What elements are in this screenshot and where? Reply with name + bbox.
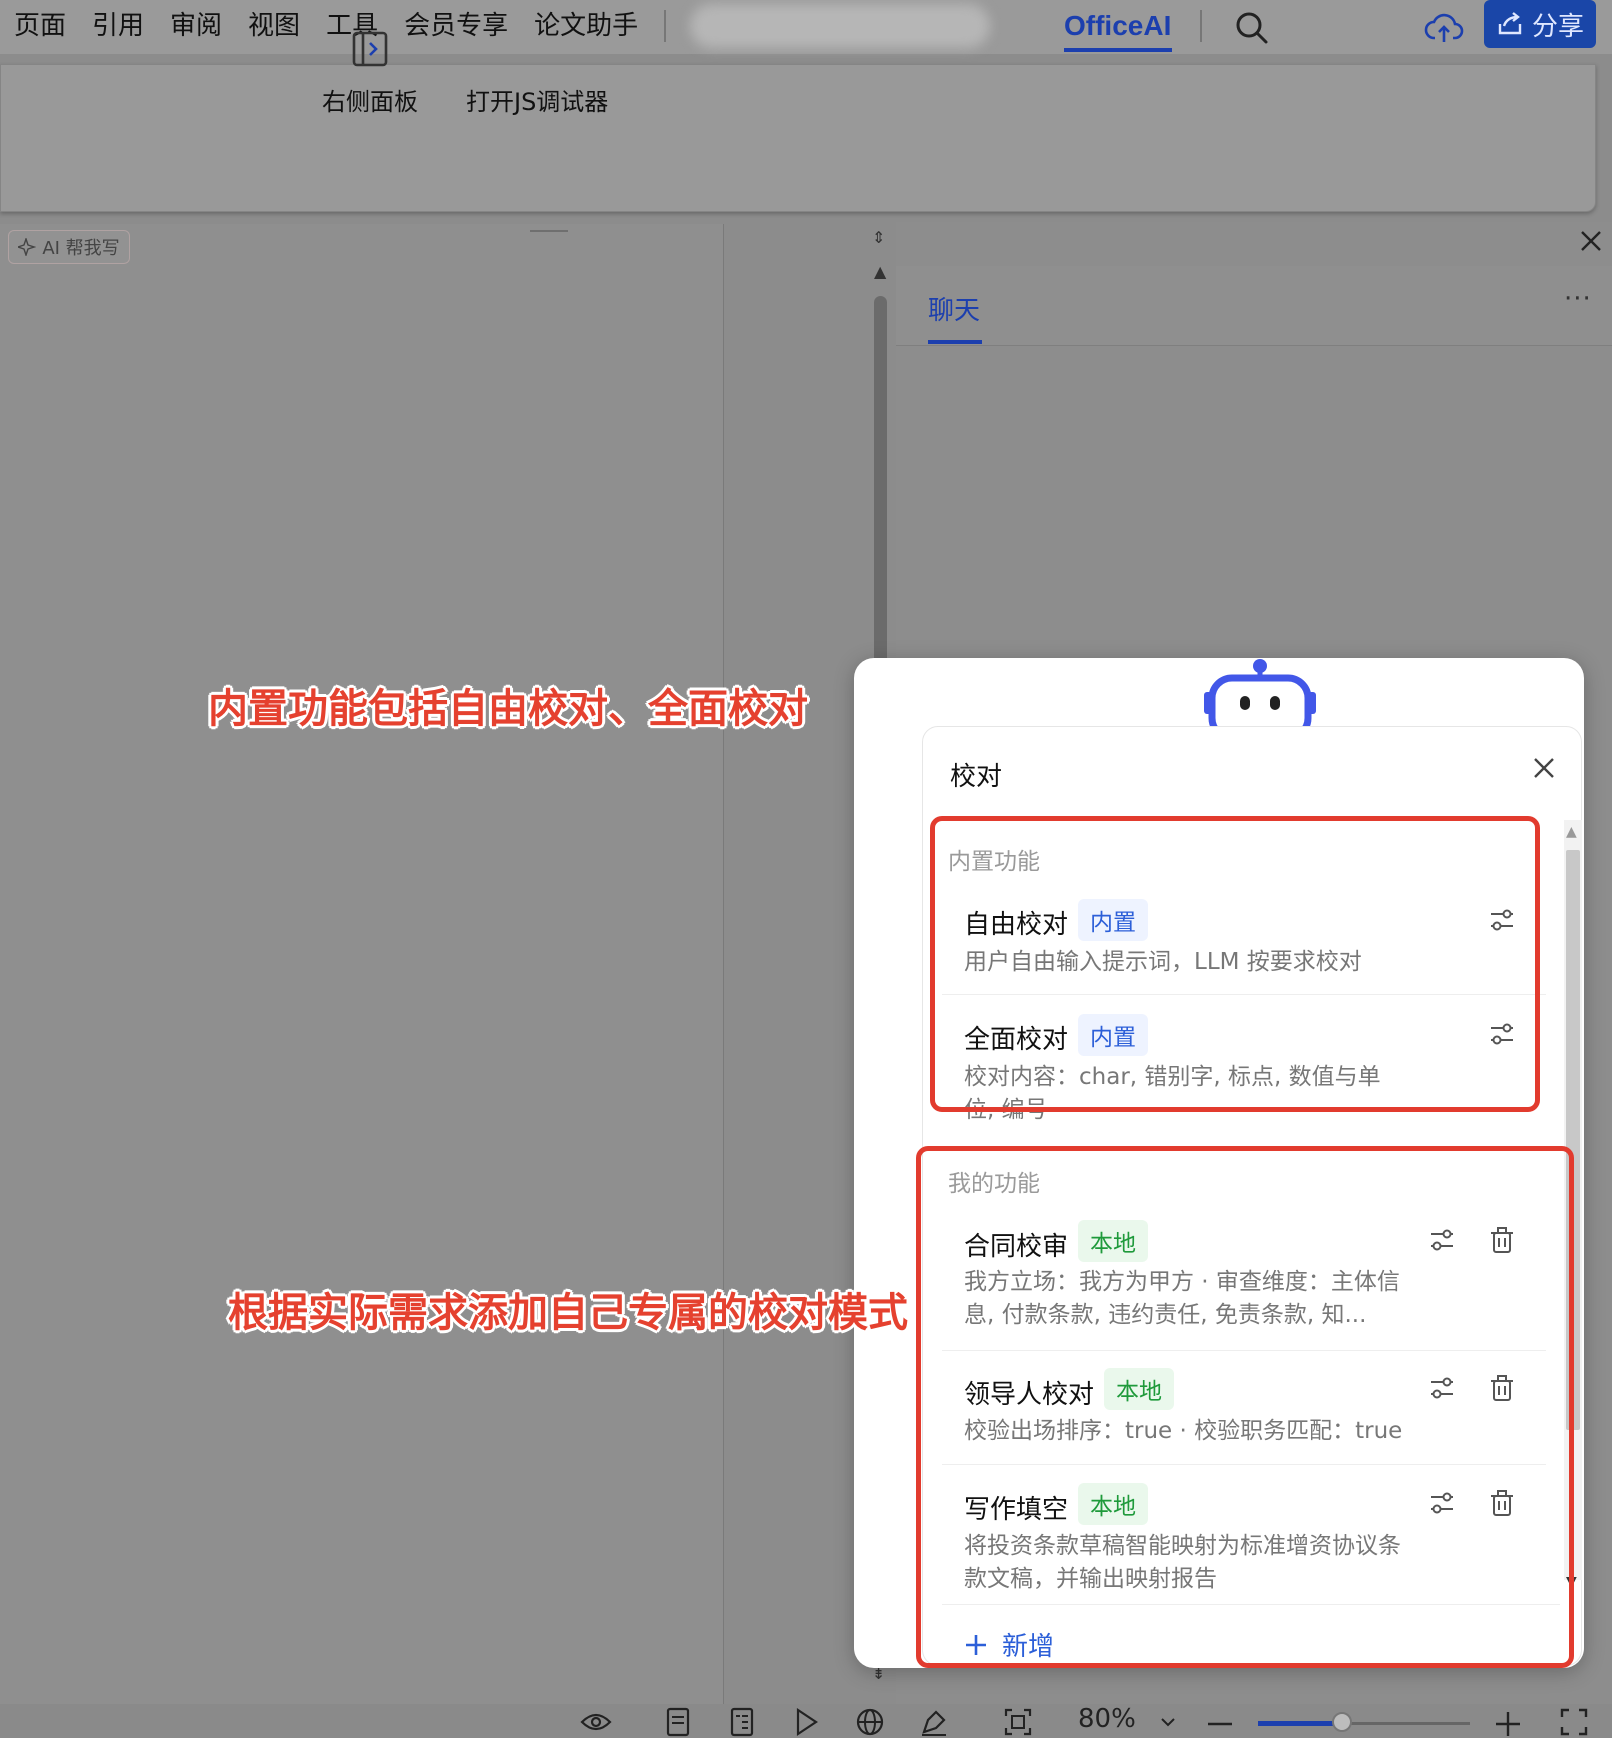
right-panel-label: 右侧面板 [322,88,418,116]
close-icon[interactable] [1528,752,1560,784]
zoom-in-icon[interactable] [1492,1706,1524,1738]
menu-divider [664,10,666,42]
menu-tab-review[interactable]: 审阅 [170,6,222,46]
menu-tab-references[interactable]: 引用 [92,6,144,46]
outline-icon[interactable] [726,1706,758,1738]
search-icon[interactable] [1232,8,1272,48]
share-button[interactable]: 分享 [1484,0,1596,48]
play-icon[interactable] [790,1706,822,1738]
ribbon [0,64,1596,212]
active-tab-indicator [1064,48,1172,52]
chat-tab-row [896,266,1612,346]
pen-icon[interactable] [918,1706,950,1738]
more-options-button[interactable]: ··· [1564,284,1592,314]
chat-tab-indicator [928,340,982,344]
menu-tab-page[interactable]: 页面 [14,6,66,46]
zoom-slider-fill [1258,1721,1342,1726]
page-margin-mark [530,230,568,232]
js-debugger-button[interactable]: 打开JS调试器 [466,30,608,117]
dialog-title: 校对 [950,762,1003,792]
builtin-highlight-box [930,816,1540,1112]
sparkle-icon [18,238,37,256]
dialog-scroll-up-icon[interactable]: ▲ [1566,824,1577,840]
scroll-up-icon[interactable]: ▲ [874,262,886,281]
scroll-split-icon[interactable]: ⇕ [872,228,885,247]
page-view-icon[interactable] [662,1706,694,1738]
ai-write-button[interactable]: AI 帮我写 [8,230,130,264]
zoom-level[interactable]: 80% [1078,1704,1136,1734]
share-label: 分享 [1531,11,1584,42]
menu-tab-officeai[interactable]: OfficeAI [1064,6,1171,46]
custom-annotation: 根据实际需求添加自己专属的校对模式 [228,1290,908,1336]
zoom-slider-handle[interactable] [1332,1712,1352,1732]
tab-chat[interactable]: 聊天 [928,290,980,327]
share-icon [1498,12,1522,35]
close-icon[interactable] [1576,226,1606,256]
fit-icon[interactable] [1002,1706,1034,1738]
chevron-down-icon[interactable] [1152,1706,1184,1738]
js-debugger-label: 打开JS调试器 [466,88,609,116]
cloud-upload-icon[interactable] [1424,8,1464,48]
custom-highlight-box [916,1146,1574,1668]
right-panel-button[interactable]: 右侧面板 [322,30,418,117]
document-page[interactable] [0,224,724,1704]
globe-icon[interactable] [854,1706,886,1738]
robot-icon [1204,659,1316,730]
ai-write-label: AI 帮我写 [42,238,120,259]
eye-icon[interactable] [580,1706,612,1738]
zoom-out-icon[interactable] [1204,1706,1236,1738]
side-panel-icon [352,31,388,67]
menu-divider [1200,10,1202,42]
builtin-annotation: 内置功能包括自由校对、全面校对 [208,686,808,732]
blurred-tab [690,4,990,48]
menu-tab-view[interactable]: 视图 [248,6,300,46]
fullscreen-icon[interactable] [1558,1706,1590,1738]
